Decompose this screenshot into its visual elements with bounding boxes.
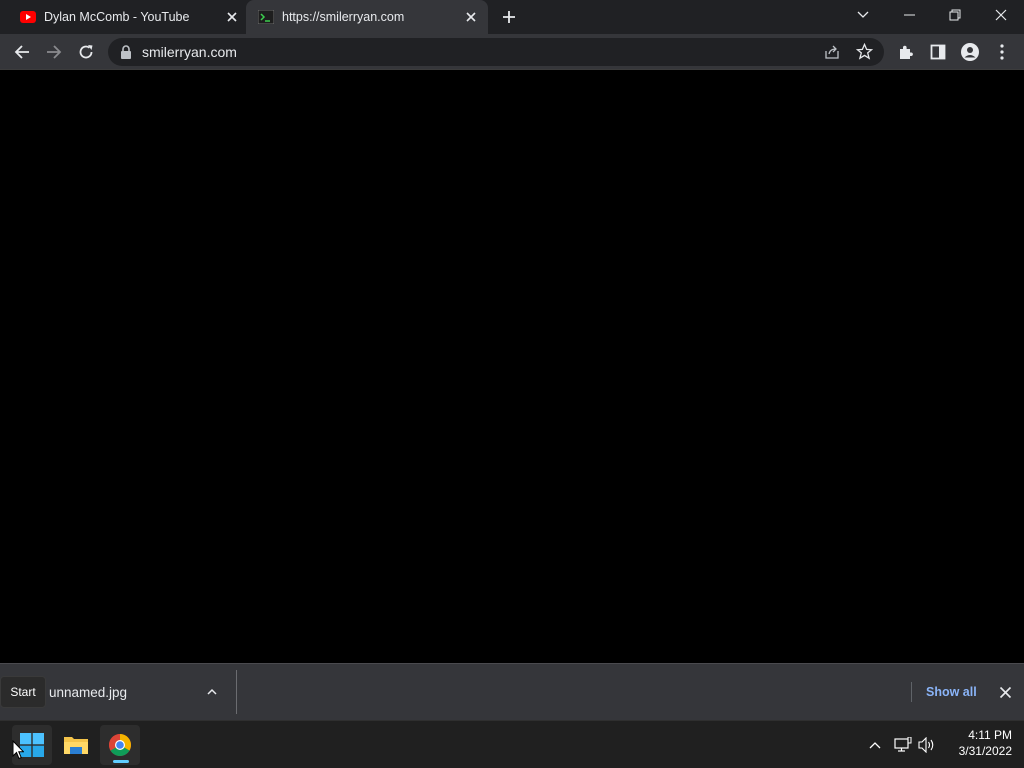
tab-title: https://smilerryan.com — [282, 10, 405, 24]
minimize-button[interactable] — [886, 0, 932, 30]
minimize-icon — [903, 14, 915, 16]
active-app-indicator — [113, 760, 129, 763]
share-icon[interactable] — [824, 44, 840, 60]
lock-icon[interactable] — [120, 45, 132, 59]
address-bar[interactable]: smilerryan.com — [108, 38, 884, 66]
youtube-icon — [20, 11, 36, 23]
restore-icon — [949, 9, 961, 21]
tab-smilerryan[interactable]: https://smilerryan.com — [246, 0, 488, 34]
back-button[interactable] — [10, 40, 34, 64]
file-explorer-icon — [64, 737, 88, 754]
url-text[interactable]: smilerryan.com — [142, 38, 237, 66]
forward-arrow-icon — [47, 45, 62, 59]
chrome-menu-button[interactable] — [990, 40, 1014, 64]
close-icon — [995, 9, 1007, 21]
volume-icon — [918, 737, 934, 753]
side-panel-button[interactable] — [926, 40, 950, 64]
browser-toolbar: smilerryan.com — [0, 34, 1024, 70]
chevron-down-icon — [857, 11, 869, 18]
close-window-button[interactable] — [978, 0, 1024, 30]
close-tab-icon[interactable] — [465, 11, 477, 23]
mouse-cursor-icon — [12, 740, 24, 760]
tab-title: Dylan McComb - YouTube — [44, 10, 190, 24]
chrome-icon — [109, 734, 131, 756]
close-icon[interactable] — [999, 686, 1012, 699]
clock-time: 4:11 PM — [968, 728, 1012, 742]
tab-youtube[interactable]: Dylan McComb - YouTube — [8, 0, 246, 34]
taskbar: 4:11 PM 3/31/2022 — [0, 720, 1024, 768]
profile-icon — [961, 43, 979, 61]
reload-icon — [79, 45, 93, 59]
chevron-up-icon — [869, 742, 881, 749]
tab-search-button[interactable] — [840, 0, 886, 30]
network-button[interactable] — [894, 736, 912, 754]
start-tooltip: Start — [0, 676, 46, 708]
star-icon[interactable] — [856, 43, 873, 60]
extensions-icon — [900, 45, 913, 59]
divider — [911, 682, 912, 702]
back-arrow-icon — [14, 45, 29, 59]
side-panel-icon — [930, 44, 946, 60]
volume-button[interactable] — [918, 736, 936, 754]
tab-strip: Dylan McComb - YouTube https://smilerrya… — [0, 0, 1024, 34]
terminal-icon — [258, 10, 274, 24]
chrome-taskbar-button[interactable] — [100, 725, 140, 765]
menu-icon — [1000, 44, 1004, 60]
divider — [236, 670, 237, 714]
page-content[interactable] — [0, 71, 1024, 663]
chevron-up-icon[interactable] — [206, 686, 218, 698]
close-tab-icon[interactable] — [226, 11, 238, 23]
forward-button[interactable] — [42, 40, 66, 64]
download-shelf: unnamed.jpg Show all — [0, 663, 1024, 720]
profile-button[interactable] — [958, 40, 982, 64]
show-hidden-icons-button[interactable] — [866, 736, 884, 754]
download-file-name[interactable]: unnamed.jpg — [49, 664, 127, 721]
show-all-downloads-button[interactable]: Show all — [920, 682, 983, 702]
new-tab-icon[interactable] — [500, 8, 518, 26]
system-clock[interactable]: 4:11 PM 3/31/2022 — [944, 727, 1012, 759]
restore-button[interactable] — [932, 0, 978, 30]
extensions-button[interactable] — [894, 40, 918, 64]
file-explorer-button[interactable] — [56, 725, 96, 765]
clock-date: 3/31/2022 — [958, 744, 1012, 758]
reload-button[interactable] — [74, 40, 98, 64]
network-icon — [894, 737, 912, 752]
